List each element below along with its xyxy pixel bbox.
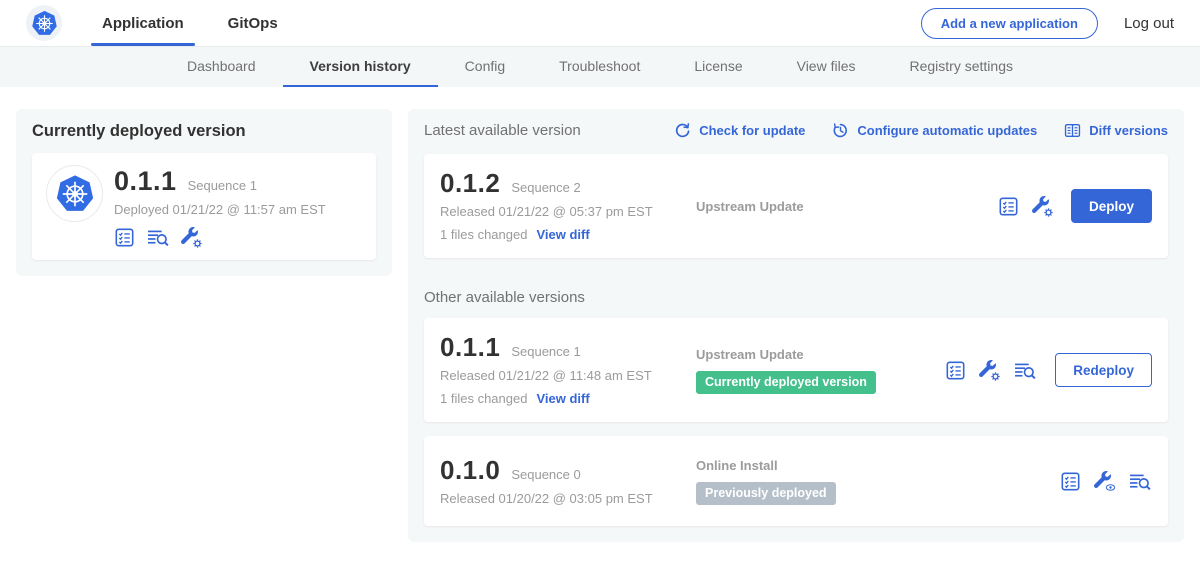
subnav-dashboard[interactable]: Dashboard (160, 47, 283, 87)
deployed-version-number: 0.1.1 (114, 168, 177, 195)
subnav-registry-settings[interactable]: Registry settings (883, 47, 1040, 87)
preflight-checks-icon[interactable] (945, 360, 966, 381)
sequence-label: Sequence 2 (511, 180, 580, 195)
deploy-logs-icon[interactable] (1013, 360, 1037, 381)
edit-config-icon[interactable] (181, 227, 202, 248)
version-card-0-1-0: 0.1.0 Sequence 0 Released 01/20/22 @ 03:… (424, 436, 1168, 526)
deployed-sequence-label: Sequence 1 (188, 178, 257, 193)
subnav-troubleshoot[interactable]: Troubleshoot (532, 47, 667, 87)
subnav-view-files[interactable]: View files (770, 47, 883, 87)
check-for-update-label: Check for update (699, 123, 805, 138)
diff-versions-link[interactable]: Diff versions (1064, 122, 1168, 139)
source-label: Upstream Update (696, 347, 935, 362)
kubernetes-helm-icon (29, 8, 60, 39)
released-timestamp: Released 01/21/22 @ 05:37 pm EST (440, 204, 696, 219)
released-timestamp: Released 01/21/22 @ 11:48 am EST (440, 368, 696, 383)
available-versions-panel: Latest available version Check for updat… (408, 109, 1184, 542)
kubernetes-helm-icon (52, 171, 98, 217)
app-icon (46, 165, 103, 222)
subnav-license[interactable]: License (667, 47, 769, 87)
version-source: Upstream Update (696, 199, 998, 214)
gear-icon (192, 238, 203, 249)
main-content: Currently deployed version 0.1.1 Sequenc… (0, 87, 1200, 542)
version-details: 0.1.1 Sequence 1 Released 01/21/22 @ 11:… (440, 334, 696, 406)
version-details: 0.1.2 Sequence 2 Released 01/21/22 @ 05:… (440, 170, 696, 242)
subnav-config[interactable]: Config (438, 47, 532, 87)
deployed-timestamp: Deployed 01/21/22 @ 11:57 am EST (114, 202, 326, 217)
kubernetes-logo (26, 5, 62, 41)
deployed-version-details: 0.1.1 Sequence 1 Deployed 01/21/22 @ 11:… (114, 165, 326, 248)
version-number: 0.1.2 (440, 170, 500, 196)
add-new-application-button[interactable]: Add a new application (921, 8, 1098, 39)
top-navbar: Application GitOps Add a new application… (0, 0, 1200, 47)
deploy-logs-icon[interactable] (146, 227, 170, 248)
version-card-0-1-2: 0.1.2 Sequence 2 Released 01/21/22 @ 05:… (424, 154, 1168, 258)
sequence-label: Sequence 0 (511, 467, 580, 482)
top-tabs: Application GitOps (80, 0, 300, 46)
diff-icon (1064, 122, 1081, 139)
auto-update-clock-icon (832, 122, 849, 139)
files-changed-label: 1 files changed (440, 391, 527, 406)
version-actions: Redeploy (945, 353, 1152, 387)
gear-icon (990, 371, 1001, 382)
redeploy-button[interactable]: Redeploy (1055, 353, 1152, 387)
view-diff-link[interactable]: View diff (536, 227, 589, 242)
latest-available-header: Latest available version (424, 122, 581, 139)
version-actions: Deploy (998, 189, 1152, 223)
eye-icon (1105, 482, 1116, 493)
configure-automatic-updates-link[interactable]: Configure automatic updates (832, 122, 1037, 139)
version-source: Online Install Previously deployed (696, 458, 1060, 505)
version-card-0-1-1: 0.1.1 Sequence 1 Released 01/21/22 @ 11:… (424, 318, 1168, 422)
version-number: 0.1.0 (440, 457, 500, 483)
edit-config-icon[interactable] (1032, 196, 1053, 217)
update-actions: Check for update Configure automatic upd… (674, 122, 1168, 139)
files-changed-label: 1 files changed (440, 227, 527, 242)
tab-application[interactable]: Application (80, 0, 206, 46)
sequence-label: Sequence 1 (511, 344, 580, 359)
preflight-checks-icon[interactable] (114, 227, 135, 248)
deploy-button[interactable]: Deploy (1071, 189, 1152, 223)
source-label: Online Install (696, 458, 1050, 473)
deployed-version-card: 0.1.1 Sequence 1 Deployed 01/21/22 @ 11:… (32, 153, 376, 260)
view-config-icon[interactable] (1094, 471, 1115, 492)
released-timestamp: Released 01/20/22 @ 03:05 pm EST (440, 491, 696, 506)
refresh-icon (674, 122, 691, 139)
currently-deployed-badge: Currently deployed version (696, 371, 876, 394)
version-details: 0.1.0 Sequence 0 Released 01/20/22 @ 03:… (440, 457, 696, 506)
preflight-checks-icon[interactable] (998, 196, 1019, 217)
deployed-panel-title: Currently deployed version (32, 122, 376, 141)
deployed-card-actions (114, 227, 326, 248)
configure-automatic-updates-label: Configure automatic updates (857, 123, 1037, 138)
preflight-checks-icon[interactable] (1060, 471, 1081, 492)
version-actions (1060, 471, 1152, 492)
diff-versions-label: Diff versions (1089, 123, 1168, 138)
app-subnav: Dashboard Version history Config Trouble… (0, 47, 1200, 87)
subnav-version-history[interactable]: Version history (283, 47, 438, 87)
other-versions-header: Other available versions (424, 289, 1168, 306)
view-diff-link[interactable]: View diff (536, 391, 589, 406)
check-for-update-link[interactable]: Check for update (674, 122, 805, 139)
source-label: Upstream Update (696, 199, 988, 214)
version-number: 0.1.1 (440, 334, 500, 360)
gear-icon (1043, 207, 1054, 218)
version-source: Upstream Update Currently deployed versi… (696, 347, 945, 394)
latest-available-header-row: Latest available version Check for updat… (424, 122, 1168, 139)
tab-gitops[interactable]: GitOps (206, 0, 300, 46)
currently-deployed-panel: Currently deployed version 0.1.1 Sequenc… (16, 109, 392, 276)
deploy-logs-icon[interactable] (1128, 471, 1152, 492)
logout-button[interactable]: Log out (1124, 15, 1174, 32)
previously-deployed-badge: Previously deployed (696, 482, 836, 505)
edit-config-icon[interactable] (979, 360, 1000, 381)
